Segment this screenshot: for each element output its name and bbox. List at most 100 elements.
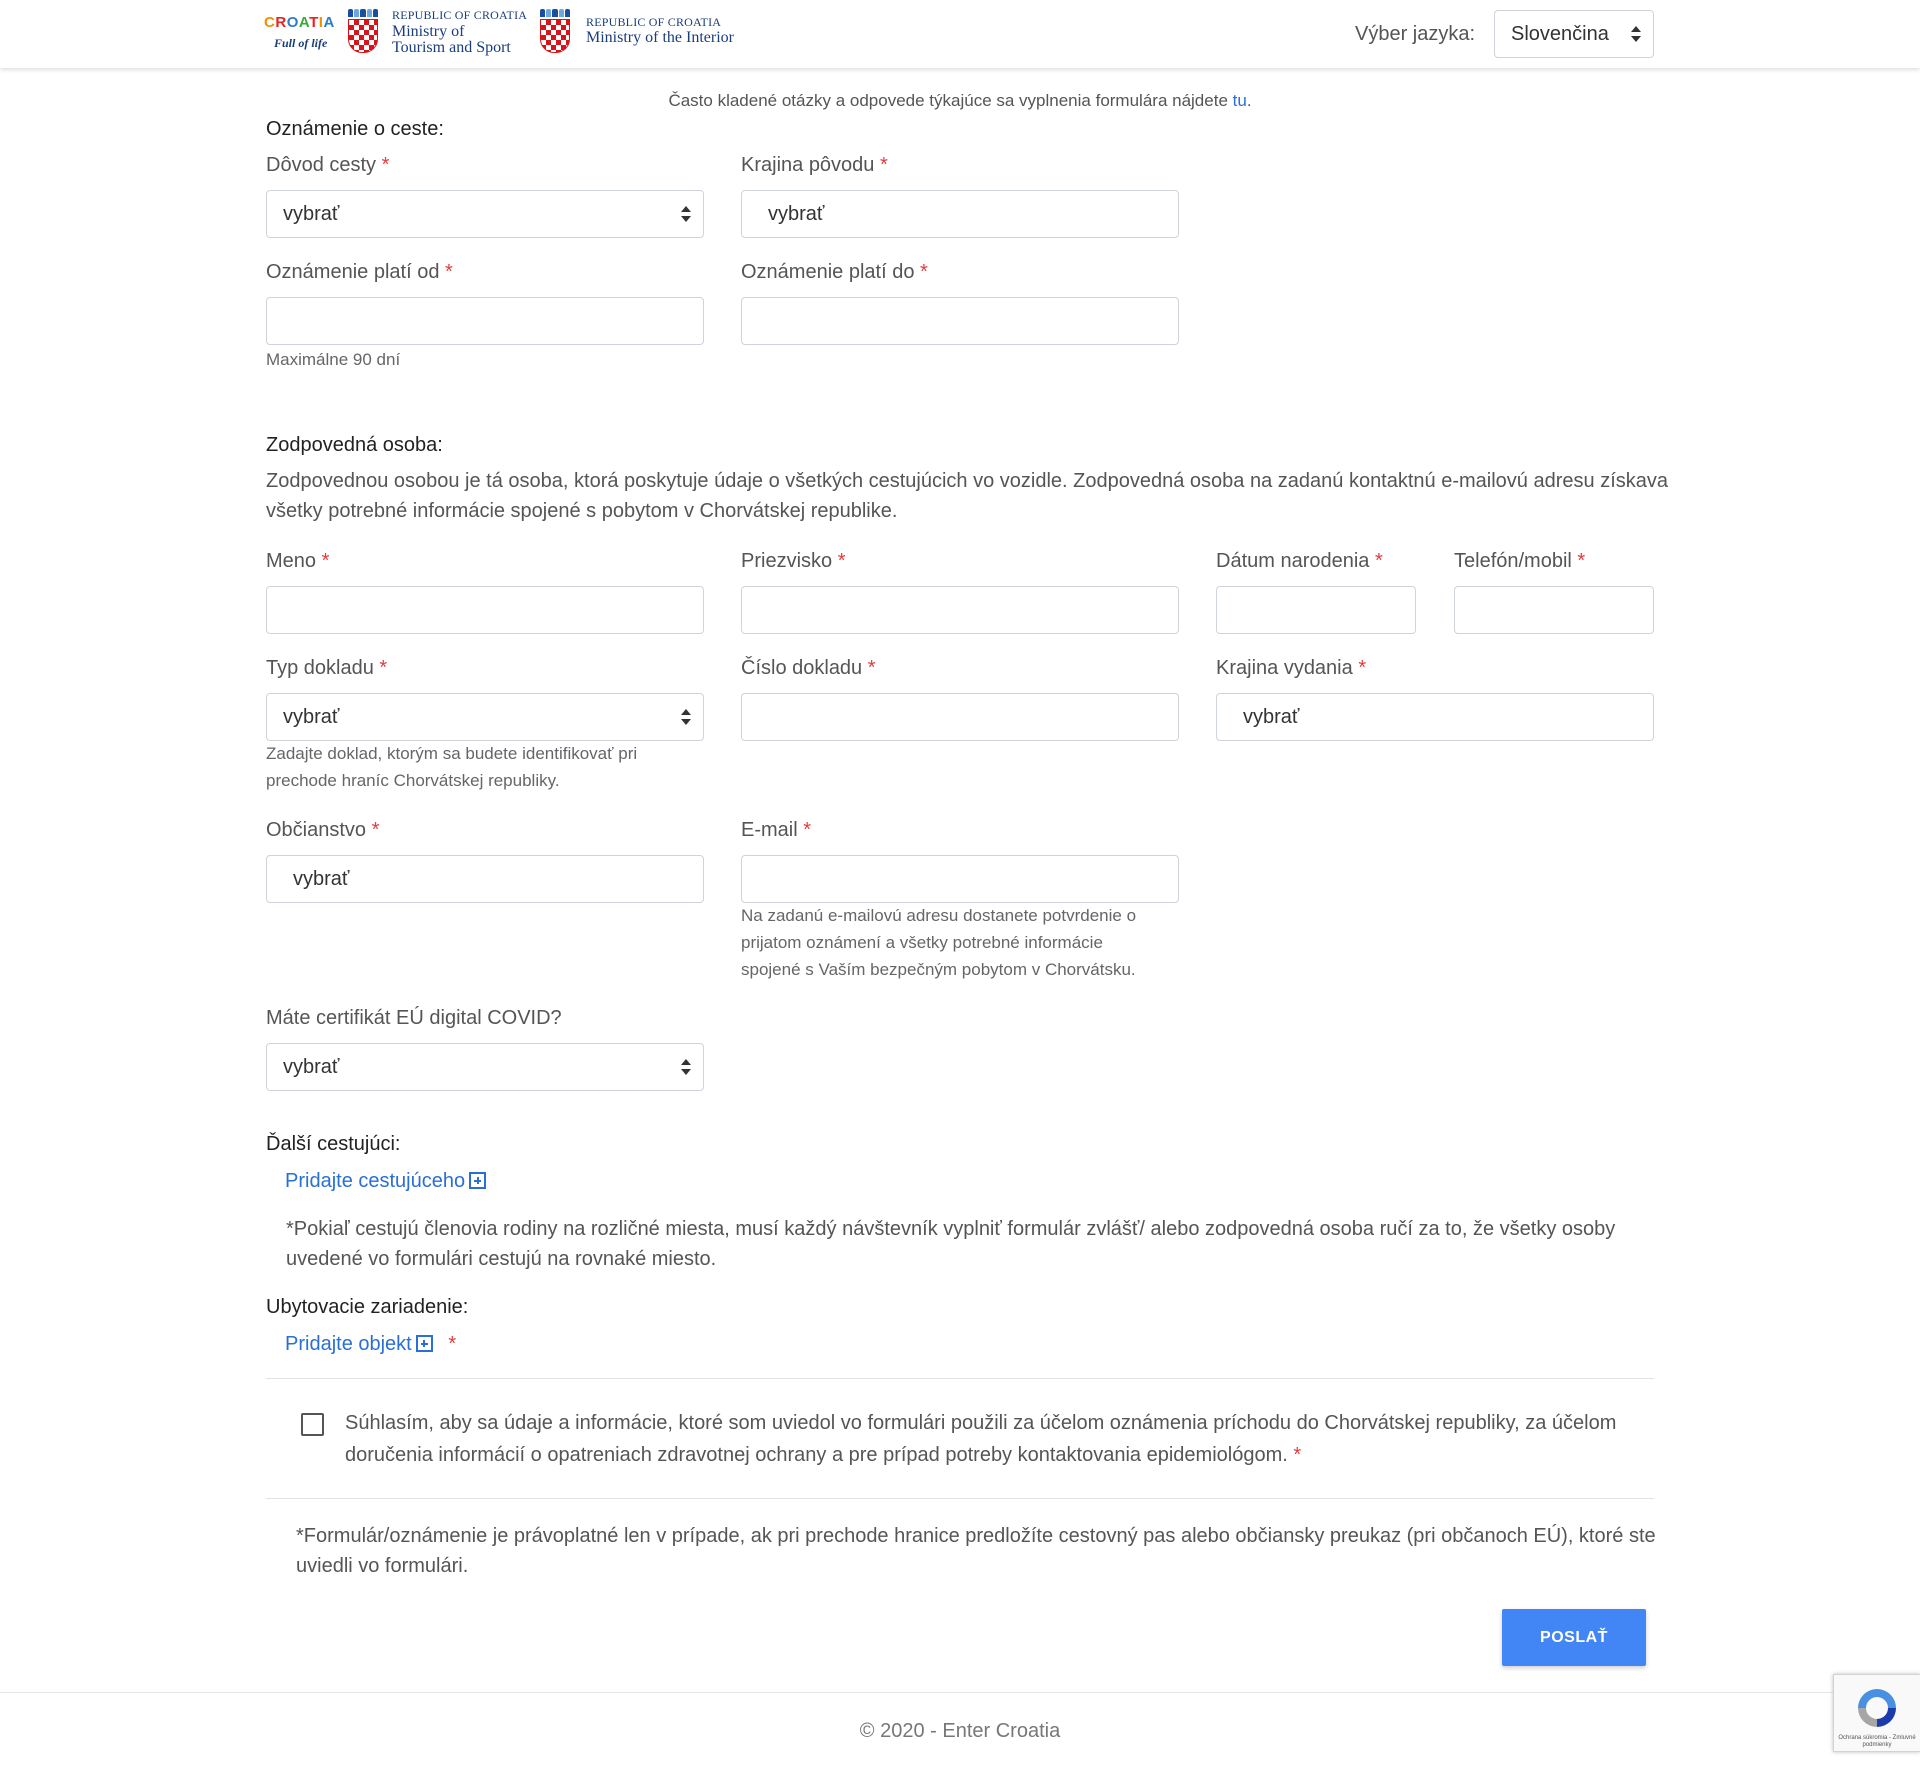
ministry-tourism-line1: REPUBLIC OF CROATIA [392, 8, 528, 22]
divider [266, 1498, 1654, 1499]
email-label: E-mail * [741, 819, 812, 841]
covid-select-value: vybrať [283, 1056, 340, 1078]
consent-line2: doručenia informácií o opatreniach zdrav… [345, 1444, 1302, 1466]
doc-type-select[interactable]: vybrať [266, 693, 704, 741]
issue-country-select[interactable]: vybrať [1216, 693, 1654, 741]
croatia-logo-word: CROATIA [264, 14, 335, 31]
issue-country-label: Krajina vydania * [1216, 657, 1367, 679]
person-section-title: Zodpovedná osoba: [266, 434, 443, 456]
croatian-coat-of-arms-icon [348, 9, 379, 53]
phone-label: Telefón/mobil * [1454, 550, 1586, 572]
required-mark: * [381, 154, 390, 176]
birthdate-input[interactable] [1216, 586, 1416, 634]
birthdate-label: Dátum narodenia * [1216, 550, 1383, 572]
select-arrows-icon [681, 709, 691, 725]
travellers-note-line1: *Pokiaľ cestujú členovia rodiny na rozli… [286, 1218, 1616, 1240]
ministry-interior-line1: REPUBLIC OF CROATIA [586, 15, 722, 29]
email-hint-line1: Na zadanú e-mailovú adresu dostanete pot… [741, 906, 1137, 925]
trip-section-title: Oznámenie o ceste: [266, 118, 444, 140]
add-accommodation-link[interactable]: Pridajte objekt * [285, 1333, 456, 1356]
required-mark: * [448, 1333, 457, 1355]
croatian-coat-of-arms-icon [540, 9, 571, 53]
faq-notice: Často kladené otázky a odpovede týkajúce… [0, 91, 1920, 111]
valid-from-label: Oznámenie platí od * [266, 261, 453, 283]
required-mark: * [837, 550, 846, 572]
ministry-tourism-line3: Tourism and Sport [392, 39, 511, 56]
doc-type-label: Typ dokladu * [266, 657, 388, 679]
plus-square-icon [415, 1335, 433, 1352]
croatia-logo-tagline: Full of life [274, 36, 328, 50]
required-mark: * [1293, 1444, 1302, 1466]
covid-label: Máte certifikát EÚ digital COVID? [266, 1007, 562, 1029]
reason-label: Dôvod cesty * [266, 154, 390, 176]
required-mark: * [920, 261, 928, 283]
divider [266, 1378, 1654, 1379]
footer-copyright: © 2020 - Enter Croatia [859, 1720, 1061, 1742]
email-hint-line3: spojené s Vaším bezpečným pobytom v Chor… [741, 960, 1136, 979]
required-mark: * [1358, 657, 1367, 679]
ministry-tourism-logo[interactable]: REPUBLIC OF CROATIA Ministry of Tourism … [392, 9, 527, 56]
citizenship-select[interactable]: vybrať [266, 855, 704, 903]
ministry-interior-logo[interactable]: REPUBLIC OF CROATIA Ministry of the Inte… [586, 16, 734, 46]
add-traveller-label: Pridajte cestujúceho [285, 1170, 466, 1192]
origin-country-select[interactable]: vybrať [741, 190, 1179, 238]
select-arrows-icon [681, 1059, 691, 1075]
doc-type-hint-line2: prechode hraníc Chorvátskej republiky. [266, 771, 560, 790]
email-input[interactable] [741, 855, 1179, 903]
accommodation-section-title: Ubytovacie zariadenie: [266, 1296, 469, 1318]
ministry-interior-line2: Ministry of the Interior [586, 29, 734, 46]
covid-select[interactable]: vybrať [266, 1043, 704, 1091]
citizenship-value: vybrať [293, 868, 350, 890]
recaptcha-badge[interactable]: Ochrana súkromia - Zmluvné podmienky [1833, 1674, 1920, 1752]
phone-input[interactable] [1454, 586, 1654, 634]
validity-note-line1: *Formulár/oznámenie je právoplatné len v… [296, 1525, 1656, 1547]
consent-line1: Súhlasím, aby sa údaje a informácie, kto… [345, 1412, 1617, 1434]
max-days-hint: Maximálne 90 dní [266, 350, 401, 369]
required-mark: * [867, 657, 876, 679]
person-description-line1: Zodpovednou osobou je tá osoba, ktorá po… [266, 470, 1668, 492]
required-mark: * [880, 154, 888, 176]
croatia-full-of-life-logo[interactable]: CROATIA Full of life [264, 10, 340, 56]
plus-square-icon [469, 1172, 487, 1189]
faq-text: Často kladené otázky a odpovede týkajúce… [668, 91, 1233, 110]
required-mark: * [445, 261, 453, 283]
valid-to-label: Oznámenie platí do * [741, 261, 928, 283]
doc-type-hint-line1: Zadajte doklad, ktorým sa budete identif… [266, 744, 638, 763]
recaptcha-caption[interactable]: Ochrana súkromia - Zmluvné podmienky [1836, 1735, 1918, 1749]
doc-number-input[interactable] [741, 693, 1179, 741]
required-mark: * [379, 657, 388, 679]
required-mark: * [1375, 550, 1383, 572]
validity-note-line2: uviedli vo formulári. [296, 1555, 469, 1577]
submit-button[interactable]: POSLAŤ [1502, 1609, 1646, 1666]
language-select-value: Slovenčina [1511, 23, 1609, 45]
top-header: CROATIA Full of life REPUBLIC OF CROATIA… [0, 0, 1920, 68]
reason-select[interactable]: vybrať [266, 190, 704, 238]
recaptcha-icon [1858, 1689, 1896, 1727]
surname-label: Priezvisko * [741, 550, 846, 572]
origin-country-value: vybrať [768, 203, 825, 225]
faq-link[interactable]: tu [1233, 91, 1247, 110]
valid-to-input[interactable] [741, 297, 1179, 345]
required-mark: * [371, 819, 380, 841]
valid-from-input[interactable] [266, 297, 704, 345]
name-label: Meno * [266, 550, 330, 572]
name-input[interactable] [266, 586, 704, 634]
ministry-tourism-line2: Ministry of [392, 23, 465, 40]
email-hint-line2: prijatom oznámení a všetky potrebné info… [741, 933, 1103, 952]
origin-label: Krajina pôvodu * [741, 154, 888, 176]
add-accommodation-label: Pridajte objekt [285, 1333, 412, 1355]
faq-end: . [1246, 91, 1252, 110]
issue-country-value: vybrať [1243, 706, 1300, 728]
reason-select-value: vybrať [283, 203, 340, 225]
add-traveller-link[interactable]: Pridajte cestujúceho [285, 1170, 487, 1193]
required-mark: * [321, 550, 330, 572]
citizenship-label: Občianstvo * [266, 819, 380, 841]
required-mark: * [1577, 550, 1586, 572]
language-select[interactable]: Slovenčina [1494, 10, 1654, 58]
travellers-section-title: Ďalší cestujúci: [266, 1133, 401, 1155]
doc-number-label: Číslo dokladu * [741, 657, 876, 679]
surname-input[interactable] [741, 586, 1179, 634]
required-mark: * [803, 819, 812, 841]
consent-checkbox[interactable] [301, 1413, 324, 1436]
person-description-line2: všetky potrebné informácie spojené s pob… [266, 500, 898, 522]
